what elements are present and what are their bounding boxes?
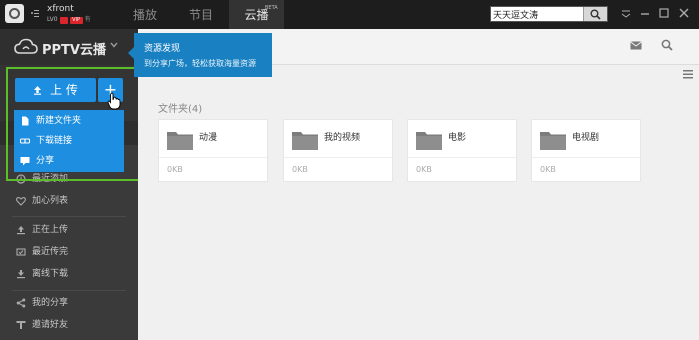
menu-item-share[interactable]: 分享 [14, 151, 124, 171]
menu-item-label: 新建文件夹 [36, 116, 82, 126]
add-dropdown-menu: 新建文件夹 下载链接 分享 [14, 110, 124, 172]
folder-icon [167, 132, 193, 150]
invite-icon [16, 321, 26, 329]
heart-badge-icon [59, 16, 68, 24]
tab-programs[interactable]: 节目 [176, 0, 226, 29]
badge-text: 有 [84, 16, 91, 23]
new-folder-icon [22, 116, 29, 126]
tab-cloud[interactable]: 云播 BETA [229, 0, 284, 29]
chevron-down-icon[interactable] [110, 42, 118, 48]
tab-play-label: 播放 [132, 8, 157, 22]
link-icon [20, 138, 30, 144]
folder-card[interactable]: 电影 0KB [407, 119, 517, 182]
hand-cursor-icon [107, 92, 121, 110]
sidebar-item-label: 我的分享 [32, 298, 69, 308]
folder-name: 动漫 [199, 133, 218, 143]
sidebar-divider [12, 290, 126, 291]
sidebar-divider [12, 216, 126, 217]
folder-card[interactable]: 电视剧 0KB [531, 119, 641, 182]
folder-card[interactable]: 我的视频 0KB [283, 119, 393, 182]
app-logo-icon[interactable] [5, 4, 24, 23]
user-name[interactable]: xfront [47, 4, 74, 14]
close-icon[interactable] [677, 6, 691, 20]
mail-icon[interactable] [630, 41, 642, 50]
menu-item-label: 分享 [36, 156, 55, 166]
folder-size: 0KB [167, 165, 183, 174]
beta-badge: BETA [265, 5, 278, 11]
vip-badge: VIP [69, 16, 83, 24]
folder-size: 0KB [416, 165, 432, 174]
upload-button-label: 上 传 [50, 83, 78, 97]
sidebar-item-label: 加心列表 [32, 196, 69, 206]
upload-button[interactable]: 上 传 [15, 78, 96, 102]
sidebar-item-label: 邀请好友 [32, 320, 69, 330]
done-icon [16, 248, 26, 256]
tab-programs-label: 节目 [188, 8, 213, 22]
brand-title[interactable]: PPTV云播 [42, 39, 106, 58]
tab-play[interactable]: 播放 [120, 0, 170, 29]
sidebar-item-invite[interactable]: 邀请好友 [0, 315, 138, 335]
folder-icon [416, 132, 442, 150]
card-divider [408, 157, 516, 158]
search-button[interactable] [583, 7, 607, 21]
maximize-icon[interactable] [657, 6, 671, 20]
sidebar-item-favorites[interactable]: 加心列表 [0, 191, 138, 211]
menu-item-label: 下载链接 [36, 136, 73, 146]
sidebar-item-completed[interactable]: 最近传完 [0, 242, 138, 262]
folder-card[interactable]: 动漫 0KB [158, 119, 268, 182]
download-icon [17, 270, 25, 279]
level-badge: LV0 [47, 16, 58, 23]
tooltip-title: 资源发现 [144, 44, 181, 54]
title-bar: xfront LV0 VIP 有 播放 节目 云播 BETA [0, 0, 699, 29]
sidebar-item-uploading[interactable]: 正在上传 [0, 220, 138, 240]
share-icon [20, 157, 30, 166]
sidebar-item-my-shares[interactable]: 我的分享 [0, 293, 138, 313]
sidebar-item-label: 最近传完 [32, 247, 69, 257]
recent-icon [16, 174, 26, 184]
sidebar-item-recent[interactable]: 最近添加 [0, 169, 138, 189]
share-icon [16, 298, 26, 308]
folder-name: 电视剧 [572, 133, 600, 143]
folders-section-title: 文件夹(4) [158, 104, 203, 115]
menu-item-download-link[interactable]: 下载链接 [14, 131, 124, 151]
tooltip-arrow [128, 47, 134, 59]
sidebar-item-label: 正在上传 [32, 225, 69, 235]
folder-name: 我的视频 [324, 133, 361, 143]
search-icon[interactable] [661, 39, 673, 51]
menu-item-new-folder[interactable]: 新建文件夹 [14, 111, 124, 131]
search-icon [590, 9, 601, 20]
search-input[interactable] [493, 7, 573, 21]
sidebar-item-label: 离线下载 [32, 269, 69, 279]
search-box [490, 6, 608, 22]
minimize-icon[interactable] [638, 6, 652, 20]
cloud-logo-icon [14, 38, 38, 54]
sidebar-item-label: 最近添加 [32, 174, 69, 184]
heart-icon [16, 197, 26, 206]
menu-icon[interactable] [30, 7, 40, 19]
folder-icon [292, 132, 318, 150]
dropdown-icon[interactable] [619, 6, 633, 20]
card-divider [159, 157, 267, 158]
folder-icon [540, 132, 566, 150]
folder-name: 电影 [448, 133, 467, 143]
tooltip-body: 到分享广场，轻松获取海量资源 [144, 59, 256, 68]
list-view-icon[interactable] [683, 70, 693, 79]
card-divider [532, 157, 640, 158]
sidebar-header: PPTV云播 [0, 29, 138, 65]
folder-size: 0KB [540, 165, 556, 174]
sidebar-item-offline-download[interactable]: 离线下载 [0, 264, 138, 284]
upload-icon [17, 226, 25, 235]
sidebar: PPTV云播 上 传 + 最近添加 加心列表 正在上传 最近传完 离线下载 我的… [0, 29, 138, 340]
folder-size: 0KB [292, 165, 308, 174]
user-badges: LV0 VIP 有 [47, 16, 91, 24]
resource-discovery-tooltip[interactable]: 资源发现 到分享广场，轻松获取海量资源 [128, 33, 272, 77]
card-divider [284, 157, 392, 158]
upload-arrow-icon [34, 85, 42, 95]
